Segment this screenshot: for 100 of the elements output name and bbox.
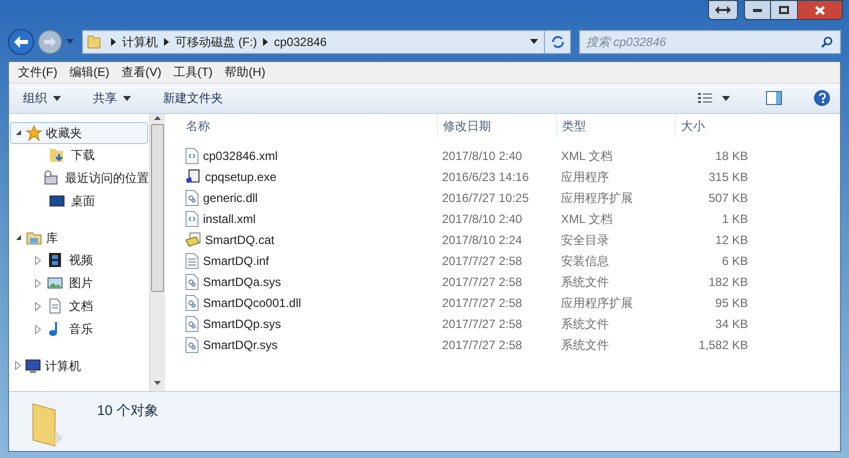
address-bar[interactable]: 计算机 可移动磁盘 (F:) cp032846 xyxy=(82,30,571,54)
menu-item[interactable]: 查看(V) xyxy=(115,63,168,82)
size-cell-text: 34 KB xyxy=(714,316,749,334)
nav-group[interactable]: 计算机 xyxy=(10,354,148,377)
star-icon xyxy=(26,124,42,141)
back-button[interactable] xyxy=(8,28,34,55)
left-arrow-icon xyxy=(14,36,28,48)
file-row[interactable]: SmartDQp.sys 2017/7/27 2:58 系统文件 34 KB xyxy=(181,314,840,335)
file-row[interactable]: generic.dll 2016/7/27 10:25 应用程序扩展 507 KB xyxy=(181,188,840,209)
menu-item[interactable]: 编辑(E) xyxy=(63,63,116,82)
breadcrumb[interactable]: 计算机 xyxy=(122,32,158,51)
date-cell-text: 2017/8/10 2:40 xyxy=(441,211,524,228)
download-folder-icon xyxy=(49,147,65,164)
nav-item[interactable]: 下载 xyxy=(9,144,149,167)
type-cell-text: XML 文档 xyxy=(560,211,614,228)
file-name: SmartDQp.sys xyxy=(203,316,282,334)
separator-arrow-icon[interactable] xyxy=(111,38,116,46)
file-name: SmartDQ.cat xyxy=(205,232,274,250)
dropdown-caret-icon[interactable] xyxy=(530,39,538,44)
pane-icon xyxy=(766,91,782,106)
separator-arrow-icon[interactable] xyxy=(164,38,169,46)
search-field[interactable]: 搜索 cp032846 xyxy=(579,30,841,54)
refresh-arrows-icon xyxy=(550,36,564,48)
expand-arrow-icon[interactable] xyxy=(15,361,21,370)
file-row[interactable]: cpqsetup.exe 2016/6/23 14:16 应用程序 315 KB xyxy=(181,166,840,188)
collapse-arrow-icon[interactable] xyxy=(15,234,22,242)
nav-label: 下载 xyxy=(71,147,95,164)
column-header[interactable]: 类型 xyxy=(556,114,675,138)
document-icon xyxy=(47,298,63,314)
scroll-down-arrow-icon[interactable] xyxy=(154,380,161,385)
search-icon xyxy=(821,36,833,48)
folder-icon xyxy=(87,34,101,49)
preview-pane-button[interactable] xyxy=(766,91,782,106)
nav-label: 音乐 xyxy=(69,321,93,338)
toolbar-button[interactable]: 共享 xyxy=(89,89,135,108)
collapse-arrow-icon[interactable] xyxy=(15,129,22,136)
picture-icon xyxy=(47,275,63,292)
nav-item[interactable]: 最近访问的位置 xyxy=(9,166,149,190)
menu-item[interactable]: 工具(T) xyxy=(167,63,219,82)
file-row[interactable]: install.xml 2017/8/10 2:40 XML 文档 1 KB xyxy=(181,208,840,230)
nav-item[interactable]: 音乐 xyxy=(9,318,149,341)
resize-button[interactable] xyxy=(708,0,738,20)
file-name: generic.dll xyxy=(203,190,258,208)
nav-group[interactable]: 收藏夹 xyxy=(10,122,148,144)
date-cell-text: 2016/6/23 14:16 xyxy=(441,169,530,186)
minimize-button[interactable] xyxy=(744,0,771,20)
nav-item[interactable]: 视频 xyxy=(9,248,149,272)
file-row[interactable]: cp032846.xml 2017/8/10 2:40 XML 文档 18 KB xyxy=(181,146,840,167)
toolbar-button[interactable]: 组织 xyxy=(19,89,65,108)
expand-arrow-icon[interactable] xyxy=(35,256,41,265)
nav-label: 视频 xyxy=(69,252,93,270)
type-cell-text: 安装信息 xyxy=(560,253,610,270)
file-row[interactable]: SmartDQr.sys 2017/7/27 2:58 系统文件 1,582 KB xyxy=(181,334,840,356)
scroll-up-arrow-icon[interactable] xyxy=(154,116,161,120)
size-cell-text: 1 KB xyxy=(720,211,749,228)
recent-places-icon xyxy=(43,170,59,186)
breadcrumb[interactable]: 可移动磁盘 (F:) xyxy=(175,32,257,51)
breadcrumb[interactable]: cp032846 xyxy=(274,32,327,51)
desktop-icon xyxy=(49,193,65,210)
view-options-button[interactable] xyxy=(696,92,732,104)
setup-icon xyxy=(185,169,201,186)
nav-group[interactable]: 库 xyxy=(10,226,148,249)
menu-item[interactable]: 文件(F) xyxy=(12,63,64,82)
close-icon xyxy=(815,6,825,14)
type-cell-text: 安全目录 xyxy=(560,232,610,250)
date-cell-text: 2017/7/27 2:58 xyxy=(441,337,524,354)
scrollbar[interactable] xyxy=(149,114,165,391)
file-row[interactable]: SmartDQco001.dll 2017/7/27 2:58 应用程序扩展 95 KB xyxy=(181,292,840,314)
nav-item[interactable]: 文档 xyxy=(9,294,149,318)
expand-arrow-icon[interactable] xyxy=(35,302,41,311)
column-header[interactable]: 修改日期 xyxy=(437,114,556,138)
expand-arrow-icon[interactable] xyxy=(35,278,41,288)
date-cell-text: 2017/7/27 2:58 xyxy=(441,295,524,312)
double-arrow-icon xyxy=(715,6,731,14)
toolbar-button[interactable]: 新建文件夹 xyxy=(159,89,227,108)
maximize-button[interactable] xyxy=(771,0,797,20)
file-row[interactable]: SmartDQ.cat 2017/8/10 2:24 安全目录 12 KB xyxy=(181,230,840,251)
close-button[interactable] xyxy=(797,0,843,20)
file-row[interactable]: SmartDQ.inf 2017/7/27 2:58 安装信息 6 KB xyxy=(181,250,840,272)
file-name: cpqsetup.exe xyxy=(205,169,276,186)
help-button[interactable] xyxy=(814,90,830,106)
type-cell-text: 应用程序扩展 xyxy=(560,190,634,208)
column-header[interactable]: 名称 xyxy=(181,114,437,138)
size-cell-text: 182 KB xyxy=(708,274,749,292)
type-cell-text: XML 文档 xyxy=(560,148,614,166)
nav-item[interactable]: 图片 xyxy=(9,272,149,295)
nav-label: 图片 xyxy=(69,275,93,292)
expand-arrow-icon[interactable] xyxy=(35,324,41,334)
nav-item[interactable]: 桌面 xyxy=(9,190,149,213)
type-cell-text: 系统文件 xyxy=(560,274,610,292)
separator-arrow-icon[interactable] xyxy=(263,38,268,46)
menu-item[interactable]: 帮助(H) xyxy=(218,63,272,82)
file-icon xyxy=(185,337,199,354)
file-icon xyxy=(185,211,199,228)
file-icon xyxy=(185,148,199,164)
type-cell-text: 系统文件 xyxy=(560,337,610,354)
file-icon xyxy=(185,253,199,270)
column-header[interactable]: 大小 xyxy=(675,114,756,138)
forward-button[interactable] xyxy=(38,30,62,54)
file-row[interactable]: SmartDQa.sys 2017/7/27 2:58 系统文件 182 KB xyxy=(181,272,840,293)
